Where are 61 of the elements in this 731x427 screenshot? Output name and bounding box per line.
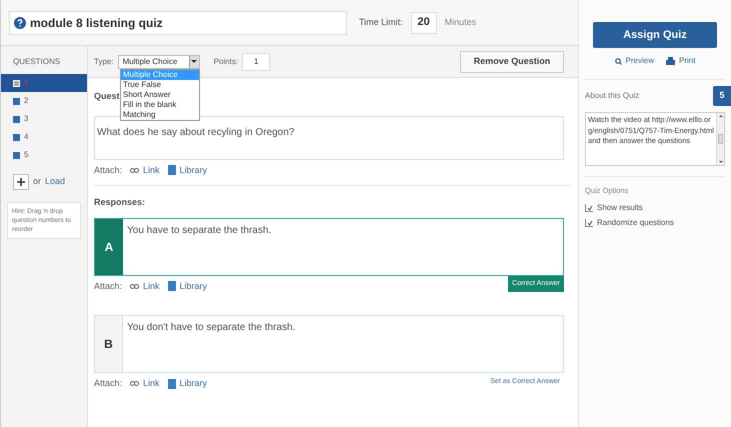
questions-heading: QUESTIONS <box>12 56 62 68</box>
time-limit-label: Time Limit: <box>359 16 403 29</box>
attach-label: Attach: <box>94 280 122 292</box>
question-item[interactable]: 4 <box>1 128 87 146</box>
chain-link-icon <box>130 168 140 173</box>
checkbox[interactable] <box>585 219 593 228</box>
response-text: You have to separate the thrash. <box>126 224 272 238</box>
preview-link[interactable]: Preview <box>614 55 654 67</box>
plus-icon <box>17 178 25 186</box>
quiz-title-field[interactable]: module 8 listening quiz <box>9 10 347 34</box>
points-label: Points: <box>214 56 238 68</box>
responses-label: Responses: <box>94 196 146 209</box>
link-button[interactable]: Link <box>130 164 160 177</box>
checkbox[interactable] <box>585 204 593 212</box>
add-button[interactable] <box>13 174 29 190</box>
response-field[interactable]: A You have to separate the thrash. <box>94 218 564 276</box>
points-field[interactable]: 1 <box>242 52 270 70</box>
link-button[interactable]: Link <box>130 280 160 293</box>
attach-label: Attach: <box>94 377 122 390</box>
square-icon <box>13 116 20 122</box>
book-icon <box>168 281 176 292</box>
remove-question-button[interactable]: Remove Question <box>460 50 564 72</box>
attach-label: Attach: <box>94 164 122 176</box>
library-button[interactable]: Library <box>168 377 208 390</box>
type-option[interactable]: Fill in the blank <box>121 100 199 110</box>
option-checkbox[interactable]: Randomize questions <box>585 217 725 230</box>
square-icon <box>13 134 20 140</box>
minutes-label: Minutes <box>444 16 476 29</box>
chain-link-icon <box>130 381 140 386</box>
response-field[interactable]: B You don't have to separate the thrash. <box>94 315 564 373</box>
print-link[interactable]: Print <box>666 55 696 67</box>
square-icon <box>13 152 20 158</box>
count-badge: 5 <box>713 86 731 106</box>
search-icon <box>614 58 622 64</box>
response-letter: B <box>95 316 123 372</box>
question-item[interactable]: 5 <box>1 146 87 164</box>
book-icon <box>168 165 176 176</box>
type-option[interactable]: Short Answer <box>121 90 199 100</box>
type-option[interactable]: True False <box>121 80 199 90</box>
link-button[interactable]: Link <box>130 377 160 390</box>
type-label: Type: <box>94 56 114 68</box>
chain-link-icon <box>130 284 140 289</box>
question-item[interactable]: 3 <box>1 110 87 128</box>
question-mark-icon <box>14 16 26 28</box>
load-link[interactable]: Load <box>45 175 66 189</box>
about-quiz-heading: About this Quiz <box>585 90 640 102</box>
book-icon <box>168 378 176 389</box>
time-limit-field[interactable]: 20 <box>410 12 437 34</box>
or-text: or <box>33 175 42 188</box>
response-text: You don't have to separate the thrash. <box>126 321 296 335</box>
square-icon <box>13 80 20 86</box>
type-select[interactable]: Multiple Choice <box>118 54 200 68</box>
square-icon <box>13 98 20 104</box>
printer-icon <box>666 57 675 65</box>
library-button[interactable]: Library <box>168 280 208 293</box>
response-letter: A <box>95 218 123 274</box>
library-button[interactable]: Library <box>168 164 208 177</box>
question-label: Quest <box>94 90 120 103</box>
assign-quiz-button[interactable]: Assign Quiz <box>593 22 717 48</box>
option-checkbox[interactable]: Show results <box>585 202 725 214</box>
question-item[interactable]: 2 <box>1 92 87 110</box>
